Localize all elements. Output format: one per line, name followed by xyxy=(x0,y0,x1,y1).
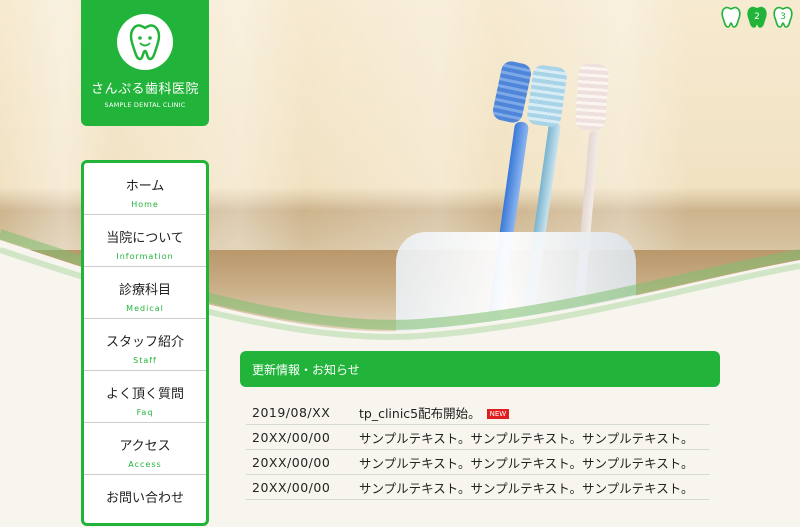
news-text-wrap: tp_clinic5配布開始。 NEW xyxy=(359,403,710,422)
news-date: 20XX/00/00 xyxy=(252,454,331,470)
side-nav: ホーム Home 当院について Information 診療科目 Medical… xyxy=(81,160,209,526)
nav-item-staff[interactable]: スタッフ紹介 Staff xyxy=(84,319,206,371)
nav-item-label: お問い合わせ xyxy=(105,491,184,506)
nav-item-sublabel: Staff xyxy=(133,356,157,365)
nav-item-faq[interactable]: よく頂く質問 Faq xyxy=(84,371,206,423)
nav-item-sublabel: Information xyxy=(116,252,174,261)
nav-item-label: よく頂く質問 xyxy=(105,387,184,402)
nav-item-contact[interactable]: お問い合わせ xyxy=(84,475,206,527)
nav-item-label: スタッフ紹介 xyxy=(105,335,184,350)
news-row[interactable]: 20XX/00/00 サンプルテキスト。サンプルテキスト。サンプルテキスト。 xyxy=(246,450,710,475)
site-logo[interactable]: さんぷる歯科医院 SAMPLE DENTAL CLINIC xyxy=(81,0,209,126)
clinic-name: さんぷる歯科医院 xyxy=(90,82,199,97)
news-row[interactable]: 20XX/00/00 サンプルテキスト。サンプルテキスト。サンプルテキスト。 xyxy=(246,475,710,500)
tooth-icon xyxy=(117,14,173,70)
news-date: 20XX/00/00 xyxy=(252,479,331,495)
nav-item-sublabel: Faq xyxy=(136,408,154,417)
clinic-subtitle: SAMPLE DENTAL CLINIC xyxy=(104,101,186,109)
slide-indicator-3[interactable]: 3 xyxy=(772,6,794,28)
slide-indicator-2[interactable]: 2 xyxy=(746,6,768,28)
toothbrush-head-cyan xyxy=(525,63,569,129)
nav-item-information[interactable]: 当院について Information xyxy=(84,215,206,267)
news-row[interactable]: 20XX/00/00 サンプルテキスト。サンプルテキスト。サンプルテキスト。 xyxy=(246,425,710,450)
new-badge: NEW xyxy=(486,408,510,419)
news-date: 20XX/00/00 xyxy=(252,429,331,445)
news-text: tp_clinic5配布開始。 xyxy=(359,405,481,421)
news-heading: 更新情報・お知らせ xyxy=(240,351,720,387)
news-text: サンプルテキスト。サンプルテキスト。サンプルテキスト。 xyxy=(359,480,694,496)
news-row[interactable]: 2019/08/XX tp_clinic5配布開始。 NEW xyxy=(246,400,710,425)
nav-item-home[interactable]: ホーム Home xyxy=(84,163,206,215)
toothbrush-head-clear xyxy=(574,63,610,131)
news-date: 2019/08/XX xyxy=(252,404,331,420)
nav-item-sublabel: Access xyxy=(128,460,162,469)
nav-item-label: 診療科目 xyxy=(118,283,171,298)
nav-item-access[interactable]: アクセス Access xyxy=(84,423,206,475)
slide-indicator-1[interactable] xyxy=(720,6,742,28)
nav-item-medical[interactable]: 診療科目 Medical xyxy=(84,267,206,319)
news-text: サンプルテキスト。サンプルテキスト。サンプルテキスト。 xyxy=(359,455,694,471)
tooth-icon xyxy=(721,6,741,28)
slide-indicators: 2 3 xyxy=(720,6,794,28)
nav-item-label: 当院について xyxy=(106,231,184,246)
news-text: サンプルテキスト。サンプルテキスト。サンプルテキスト。 xyxy=(359,430,694,446)
slide-indicator-label: 2 xyxy=(754,12,760,22)
slide-indicator-label: 3 xyxy=(780,12,786,22)
news-list: 2019/08/XX tp_clinic5配布開始。 NEW 20XX/00/00… xyxy=(246,400,710,500)
nav-item-sublabel: Medical xyxy=(126,304,164,313)
nav-item-sublabel: Home xyxy=(131,200,159,209)
nav-item-label: アクセス xyxy=(119,439,171,454)
nav-item-label: ホーム xyxy=(125,179,165,194)
